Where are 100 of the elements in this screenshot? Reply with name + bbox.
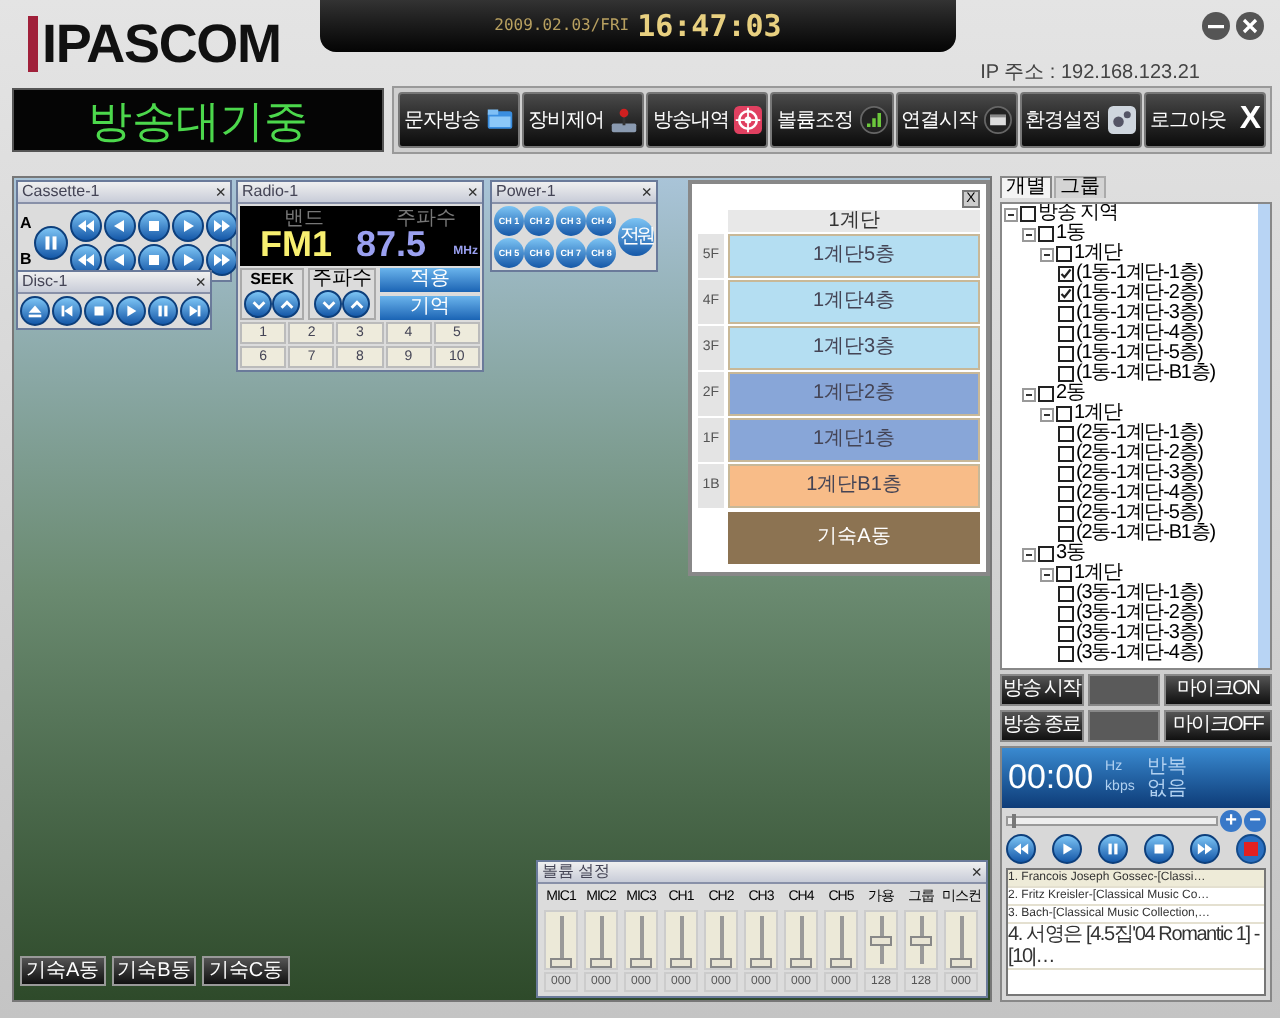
- action-button[interactable]: 마이크ON: [1164, 674, 1272, 706]
- tree-label[interactable]: (3동-1계단-1층): [1076, 584, 1203, 604]
- fader-thumb[interactable]: [630, 958, 652, 968]
- tree-checkbox[interactable]: [1020, 206, 1036, 222]
- tree-label[interactable]: (1동-1계단-B1층): [1076, 364, 1215, 384]
- reverse-play-button[interactable]: [103, 209, 136, 241]
- fader-thumb[interactable]: [550, 958, 572, 968]
- tab[interactable]: 개별: [1000, 176, 1052, 198]
- toolbar-button[interactable]: 연결시작: [895, 92, 1018, 148]
- close-button[interactable]: ×: [971, 863, 982, 881]
- remove-button[interactable]: −: [1244, 810, 1266, 832]
- toolbar-button[interactable]: 볼륨조정: [770, 92, 894, 148]
- record-button[interactable]: [1236, 834, 1266, 864]
- tree-checkbox[interactable]: [1058, 506, 1074, 522]
- fader-thumb[interactable]: [710, 958, 732, 968]
- tree-label[interactable]: 3동: [1056, 544, 1085, 564]
- rewind-button[interactable]: [1006, 834, 1036, 864]
- tree-label[interactable]: (3동-1계단-4층): [1076, 644, 1203, 664]
- tree-checkbox[interactable]: [1058, 466, 1074, 482]
- eject-button[interactable]: [20, 296, 50, 326]
- chevron-down-button[interactable]: [314, 290, 342, 318]
- fader-thumb[interactable]: [670, 958, 692, 968]
- rewind-button[interactable]: [69, 209, 102, 241]
- stop-button[interactable]: [137, 209, 170, 241]
- action-button[interactable]: 방송 시작: [1000, 674, 1084, 706]
- tree-checkbox[interactable]: [1058, 626, 1074, 642]
- building-button[interactable]: 기숙C동: [202, 956, 290, 986]
- skip-forward-button[interactable]: [180, 296, 210, 326]
- play-button[interactable]: [1052, 834, 1082, 864]
- toolbar-button[interactable]: 방송내역: [646, 92, 769, 148]
- tree-label[interactable]: (3동-1계단-3층): [1076, 624, 1203, 644]
- tree-label[interactable]: (1동-1계단-1층): [1076, 264, 1203, 284]
- tree-checkbox[interactable]: [1058, 326, 1074, 342]
- tree-checkbox[interactable]: [1058, 286, 1074, 302]
- chevron-down-button[interactable]: [244, 290, 272, 318]
- tree-label[interactable]: (2동-1계단-4층): [1076, 484, 1203, 504]
- tree-label[interactable]: (2동-1계단-5층): [1076, 504, 1203, 524]
- toolbar-button[interactable]: 환경설정: [1019, 92, 1142, 148]
- skip-back-button[interactable]: [52, 296, 82, 326]
- annex-cell[interactable]: 기숙A동: [728, 512, 980, 564]
- tree-checkbox[interactable]: [1056, 566, 1072, 582]
- pause-button[interactable]: [1098, 834, 1128, 864]
- collapse-toggle[interactable]: [1040, 567, 1054, 581]
- fader-thumb[interactable]: [590, 958, 612, 968]
- scrollbar[interactable]: [1258, 204, 1270, 668]
- collapse-toggle[interactable]: [1022, 227, 1036, 241]
- toolbar-button[interactable]: 장비제어: [522, 92, 645, 148]
- tree-label[interactable]: 2동: [1056, 384, 1085, 404]
- tree-checkbox[interactable]: [1058, 306, 1074, 322]
- tree-label[interactable]: (1동-1계단-5층): [1076, 344, 1203, 364]
- fader-thumb[interactable]: [790, 958, 812, 968]
- tree-checkbox[interactable]: [1058, 486, 1074, 502]
- tree-checkbox[interactable]: [1058, 366, 1074, 382]
- tree-label[interactable]: (1동-1계단-3층): [1076, 304, 1203, 324]
- tree-label[interactable]: (2동-1계단-2층): [1076, 444, 1203, 464]
- action-button[interactable]: 마이크OFF: [1164, 710, 1272, 742]
- floor-cell[interactable]: 1계단1층: [728, 418, 980, 462]
- stop-button[interactable]: [1144, 834, 1174, 864]
- floor-cell[interactable]: 1계단2층: [728, 372, 980, 416]
- toolbar-button[interactable]: 로그아웃 X: [1143, 92, 1266, 148]
- progress-fill[interactable]: [1012, 814, 1017, 828]
- action-button[interactable]: 방송 종료: [1000, 710, 1084, 742]
- tree-checkbox[interactable]: [1058, 606, 1074, 622]
- play-button[interactable]: [171, 209, 204, 241]
- chevron-up-button[interactable]: [342, 290, 370, 318]
- collapse-toggle[interactable]: [1040, 407, 1054, 421]
- stop-button[interactable]: [84, 296, 114, 326]
- tree-label[interactable]: (1동-1계단-4층): [1076, 324, 1203, 344]
- tree-label[interactable]: 1계단: [1074, 244, 1122, 264]
- tree-checkbox[interactable]: [1056, 246, 1072, 262]
- collapse-toggle[interactable]: [1022, 387, 1036, 401]
- fast-forward-button[interactable]: [205, 243, 238, 275]
- tree-checkbox[interactable]: [1038, 546, 1054, 562]
- building-button[interactable]: 기숙B동: [111, 956, 197, 986]
- play-button[interactable]: [116, 296, 146, 326]
- chevron-up-button[interactable]: [272, 290, 300, 318]
- close-button[interactable]: ×: [467, 183, 478, 201]
- fast-forward-button[interactable]: [1190, 834, 1220, 864]
- close-button[interactable]: ×: [195, 273, 206, 291]
- pause-button[interactable]: [148, 296, 178, 326]
- tree-label[interactable]: (2동-1계단-3층): [1076, 464, 1203, 484]
- fader-thumb[interactable]: [750, 958, 772, 968]
- building-button[interactable]: 기숙A동: [20, 956, 106, 986]
- add-button[interactable]: +: [1220, 810, 1242, 832]
- fader-thumb[interactable]: [830, 958, 852, 968]
- tree-label[interactable]: (2동-1계단-1층): [1076, 424, 1203, 444]
- close-button[interactable]: [1236, 12, 1264, 40]
- close-button[interactable]: ×: [641, 183, 652, 201]
- tree-label[interactable]: 1계단: [1074, 404, 1122, 424]
- tree-checkbox[interactable]: [1058, 426, 1074, 442]
- tree-label[interactable]: (2동-1계단-B1층): [1076, 524, 1215, 544]
- floor-cell[interactable]: 1계단3층: [728, 326, 980, 370]
- pause-button[interactable]: [33, 225, 68, 259]
- tree-checkbox[interactable]: [1038, 386, 1054, 402]
- tree-label[interactable]: 1동: [1056, 224, 1085, 244]
- tab[interactable]: 그룹: [1054, 176, 1106, 198]
- tree-checkbox[interactable]: [1038, 226, 1054, 242]
- tree-checkbox[interactable]: [1056, 406, 1072, 422]
- fader-thumb[interactable]: [870, 935, 892, 945]
- tree-label[interactable]: (1동-1계단-2층): [1076, 284, 1203, 304]
